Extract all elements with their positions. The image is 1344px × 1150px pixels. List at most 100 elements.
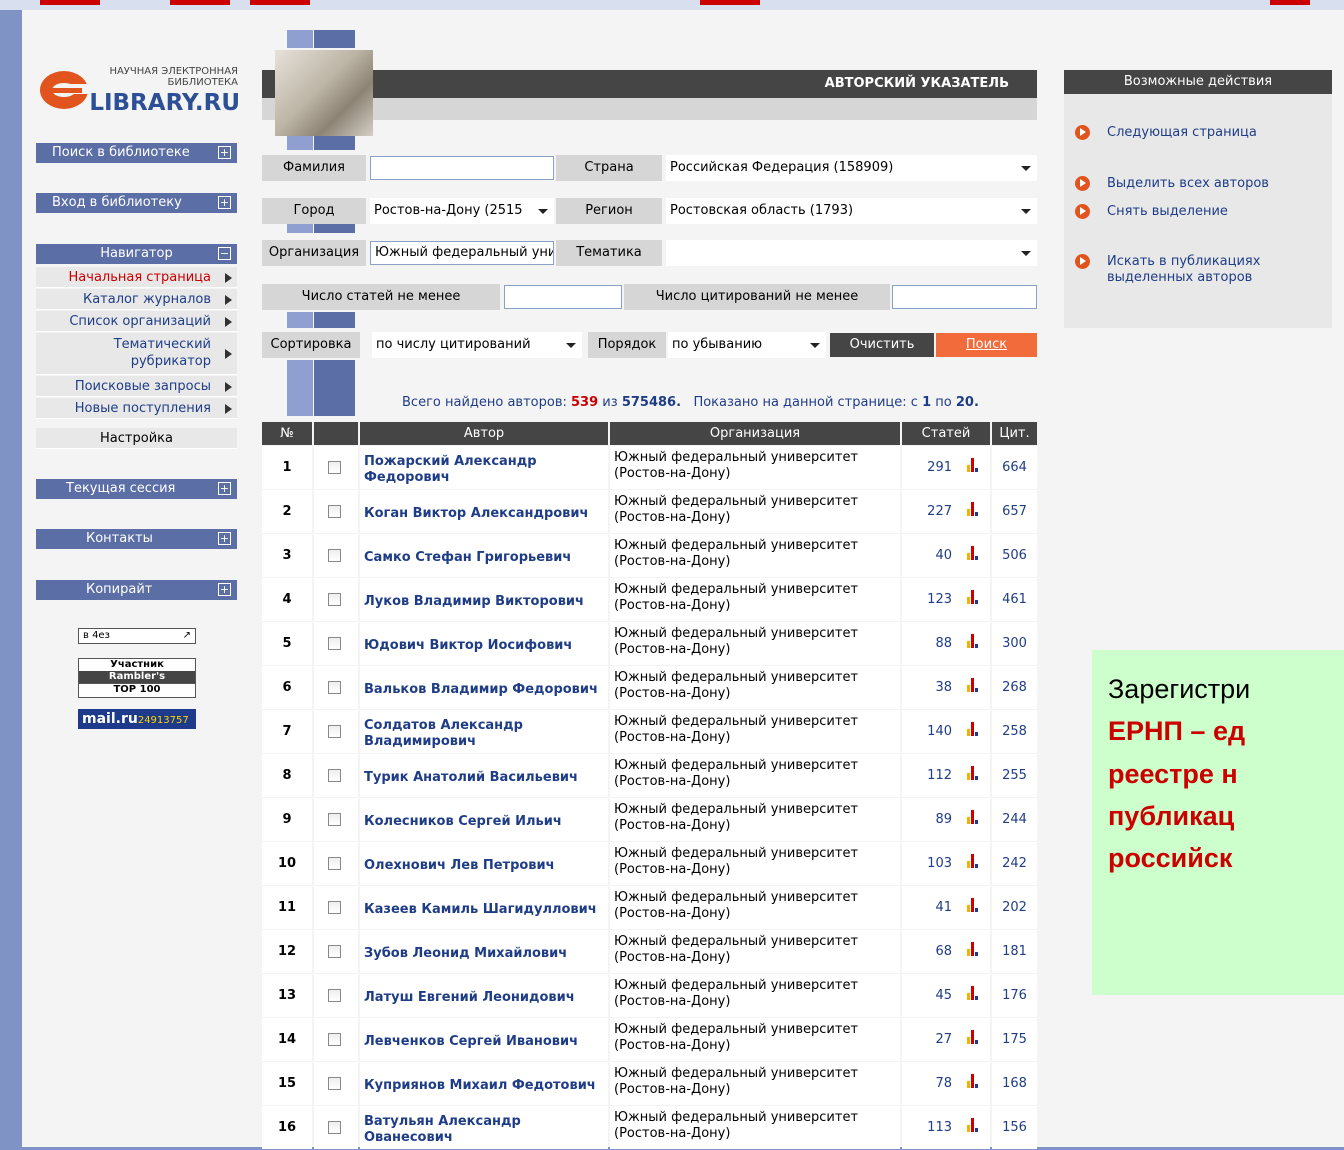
- expand-icon[interactable]: +: [218, 196, 231, 209]
- copyright-button[interactable]: Копирайт +: [36, 580, 237, 600]
- sort-select[interactable]: по числу цитирований: [372, 332, 582, 358]
- bar-chart-icon[interactable]: [966, 678, 980, 692]
- citations-count[interactable]: 168: [1002, 1076, 1027, 1091]
- row-checkbox[interactable]: [328, 681, 341, 694]
- bar-chart-icon[interactable]: [966, 634, 980, 648]
- bar-chart-icon[interactable]: [966, 590, 980, 604]
- citations-count[interactable]: 657: [1002, 504, 1027, 519]
- author-link[interactable]: Вальков Владимир Федорович: [360, 666, 608, 709]
- author-link[interactable]: Куприянов Михаил Федотович: [360, 1062, 608, 1105]
- articles-count[interactable]: 40: [935, 548, 952, 563]
- row-checkbox[interactable]: [328, 813, 341, 826]
- articles-count[interactable]: 227: [927, 504, 952, 519]
- mailru-counter[interactable]: mail.ru24913757: [78, 709, 196, 729]
- organization-cell[interactable]: Южный федеральный университет (Ростов-на-…: [610, 666, 900, 709]
- articles-count[interactable]: 140: [927, 724, 952, 739]
- articles-count[interactable]: 103: [927, 856, 952, 871]
- articles-count[interactable]: 113: [927, 1120, 952, 1135]
- bar-chart-icon[interactable]: [966, 1118, 980, 1132]
- citations-count[interactable]: 255: [1002, 768, 1027, 783]
- articles-count[interactable]: 45: [935, 988, 952, 1003]
- articles-count[interactable]: 291: [927, 460, 952, 475]
- liveinternet-counter[interactable]: в 4ез ↗: [78, 628, 196, 644]
- clear-button[interactable]: Очистить: [830, 333, 934, 357]
- organization-cell[interactable]: Южный федеральный университет (Ростов-на-…: [610, 622, 900, 665]
- author-link[interactable]: Ватульян Александр Ованесович: [360, 1106, 608, 1149]
- expand-icon[interactable]: +: [218, 532, 231, 545]
- row-checkbox[interactable]: [328, 945, 341, 958]
- articles-count[interactable]: 123: [927, 592, 952, 607]
- nav-link-new-arrivals[interactable]: Новые поступления: [36, 398, 237, 419]
- organization-cell[interactable]: Южный федеральный университет (Ростов-на-…: [610, 490, 900, 533]
- row-checkbox[interactable]: [328, 989, 341, 1002]
- author-link[interactable]: Колесников Сергей Ильич: [360, 798, 608, 841]
- search-library-button[interactable]: Поиск в библиотеке +: [36, 143, 237, 163]
- nav-link-organizations[interactable]: Список организаций: [36, 311, 237, 332]
- articles-count[interactable]: 88: [935, 636, 952, 651]
- organization-cell[interactable]: Южный федеральный университет (Ростов-на-…: [610, 710, 900, 753]
- row-checkbox[interactable]: [328, 461, 341, 474]
- nav-link-home[interactable]: Начальная страница: [36, 267, 237, 288]
- logo-title[interactable]: LIBRARY.RU: [88, 90, 240, 116]
- row-checkbox[interactable]: [328, 725, 341, 738]
- min-citations-input[interactable]: [892, 285, 1037, 309]
- author-link[interactable]: Латуш Евгений Леонидович: [360, 974, 608, 1017]
- author-link[interactable]: Левченков Сергей Иванович: [360, 1018, 608, 1061]
- author-link[interactable]: Олехнович Лев Петрович: [360, 842, 608, 885]
- row-checkbox[interactable]: [328, 857, 341, 870]
- expand-icon[interactable]: +: [218, 146, 231, 159]
- contacts-button[interactable]: Контакты +: [36, 529, 237, 549]
- action-select-all[interactable]: Выделить всех авторов: [1107, 176, 1269, 192]
- action-search-selected[interactable]: Искать в публикациях выделенных авторов: [1107, 254, 1287, 286]
- organization-cell[interactable]: Южный федеральный университет (Ростов-на-…: [610, 842, 900, 885]
- author-link[interactable]: Казеев Камиль Шагидуллович: [360, 886, 608, 929]
- author-link[interactable]: Солдатов Александр Владимирович: [360, 710, 608, 753]
- citations-count[interactable]: 242: [1002, 856, 1027, 871]
- citations-count[interactable]: 268: [1002, 680, 1027, 695]
- organization-cell[interactable]: Южный федеральный университет (Ростов-на-…: [610, 886, 900, 929]
- bar-chart-icon[interactable]: [966, 1074, 980, 1088]
- author-link[interactable]: Пожарский Александр Федорович: [360, 446, 608, 489]
- row-checkbox[interactable]: [328, 1121, 341, 1134]
- col-header-citations[interactable]: Цит.: [992, 422, 1037, 445]
- author-link[interactable]: Луков Владимир Викторович: [360, 578, 608, 621]
- expand-icon[interactable]: +: [218, 583, 231, 596]
- region-select[interactable]: Ростовская область (1793): [666, 198, 1037, 224]
- bar-chart-icon[interactable]: [966, 854, 980, 868]
- bar-chart-icon[interactable]: [966, 1030, 980, 1044]
- row-checkbox[interactable]: [328, 505, 341, 518]
- articles-count[interactable]: 78: [935, 1076, 952, 1091]
- row-checkbox[interactable]: [328, 637, 341, 650]
- col-header-articles[interactable]: Статей: [902, 422, 990, 445]
- bar-chart-icon[interactable]: [966, 942, 980, 956]
- articles-count[interactable]: 27: [935, 1032, 952, 1047]
- col-header-number[interactable]: №: [262, 422, 312, 445]
- bar-chart-icon[interactable]: [966, 898, 980, 912]
- col-header-organization[interactable]: Организация: [610, 422, 900, 445]
- navigator-header[interactable]: Навигатор −: [36, 244, 237, 264]
- citations-count[interactable]: 461: [1002, 592, 1027, 607]
- city-select[interactable]: Ростов-на-Дону (2515: [370, 198, 554, 224]
- organization-cell[interactable]: Южный федеральный университет (Ростов-на-…: [610, 578, 900, 621]
- organization-cell[interactable]: Южный федеральный университет (Ростов-на-…: [610, 798, 900, 841]
- articles-count[interactable]: 112: [927, 768, 952, 783]
- surname-input[interactable]: [370, 156, 554, 180]
- organization-cell[interactable]: Южный федеральный университет (Ростов-на-…: [610, 974, 900, 1017]
- action-deselect[interactable]: Снять выделение: [1107, 204, 1228, 220]
- collapse-icon[interactable]: −: [218, 247, 231, 260]
- organization-cell[interactable]: Южный федеральный университет (Ростов-на-…: [610, 1106, 900, 1149]
- author-link[interactable]: Турик Анатолий Васильевич: [360, 754, 608, 797]
- citations-count[interactable]: 176: [1002, 988, 1027, 1003]
- login-library-button[interactable]: Вход в библиотеку +: [36, 193, 237, 213]
- organization-cell[interactable]: Южный федеральный университет (Ростов-на-…: [610, 1062, 900, 1105]
- bar-chart-icon[interactable]: [966, 810, 980, 824]
- order-select[interactable]: по убыванию: [668, 332, 826, 358]
- organization-cell[interactable]: Южный федеральный университет (Ростов-на-…: [610, 1018, 900, 1061]
- nav-link-journals[interactable]: Каталог журналов: [36, 289, 237, 310]
- expand-icon[interactable]: +: [218, 482, 231, 495]
- search-button[interactable]: Поиск: [936, 333, 1037, 357]
- bar-chart-icon[interactable]: [966, 986, 980, 1000]
- citations-count[interactable]: 258: [1002, 724, 1027, 739]
- author-link[interactable]: Коган Виктор Александрович: [360, 490, 608, 533]
- citations-count[interactable]: 156: [1002, 1120, 1027, 1135]
